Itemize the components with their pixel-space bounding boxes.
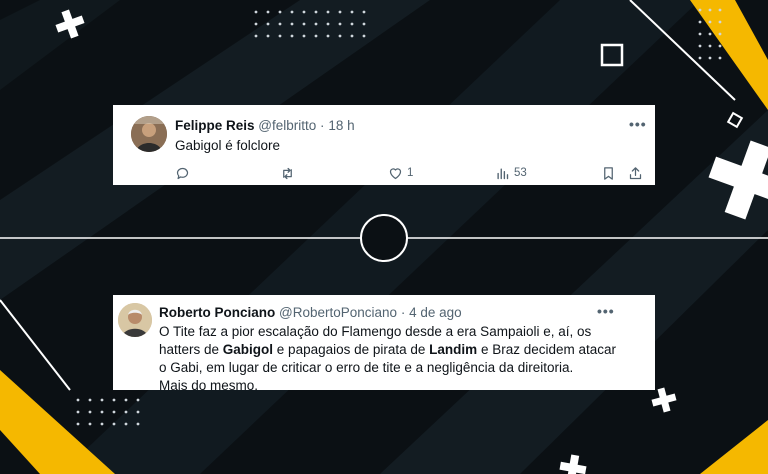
tweet-header: Felippe Reis @felbritto · 18 h [175,118,355,133]
tweet-text-line: o Gabi, em lugar de criticar o erro de t… [159,360,574,375]
share-button[interactable] [628,165,643,181]
tweet-text-line: O Tite faz a pior escalação do Flamengo … [159,324,592,339]
tweet-text: Gabigol é folclore [175,138,281,153]
heart-icon [389,167,402,179]
bookmark-button[interactable] [601,165,616,181]
tweet-card-1[interactable]: Felippe Reis @felbritto · 18 h ••• Gabig… [113,105,655,185]
author-name[interactable]: Felippe Reis [175,118,255,133]
views-icon [497,167,509,179]
tweet-text-line: hatters de Gabigol e papagaios de pirata… [159,341,629,359]
author-handle[interactable]: @RobertoPonciano [279,305,397,320]
reply-icon [176,167,189,179]
text-fragment: hatters de [159,342,223,357]
tweet-text: O Tite faz a pior escalação do Flamengo … [159,323,629,395]
retweet-button[interactable] [280,165,295,181]
views-button[interactable]: 53 [495,165,527,181]
bookmark-icon [604,166,613,180]
more-options-button[interactable]: ••• [629,116,647,132]
view-count: 53 [514,167,527,179]
author-handle[interactable]: @felbritto [258,118,316,133]
tweet-actions: 1 53 [113,163,655,185]
text-fragment: e Braz decidem atacar [477,342,617,357]
bold-mention: Landim [429,342,478,357]
bold-mention: Gabigol [222,342,274,357]
like-count: 1 [407,167,414,179]
like-button[interactable]: 1 [388,165,413,181]
background-decoration [0,0,768,474]
reply-button[interactable] [175,165,190,181]
more-options-button[interactable]: ••• [597,303,615,319]
tweet-card-2[interactable]: Roberto Ponciano @RobertoPonciano · 4 de… [113,295,655,393]
share-icon [629,166,642,179]
circle-outline-icon [360,214,408,262]
avatar[interactable] [131,116,167,152]
text-fragment: e papagaios de pirata de [273,342,430,357]
author-name[interactable]: Roberto Ponciano [159,305,275,320]
tweet-text-line: Mais do mesmo. [159,378,259,393]
timestamp[interactable]: 4 de ago [409,305,462,320]
separator: · [320,118,325,133]
avatar[interactable] [118,303,152,337]
separator: · [400,305,406,320]
retweet-icon [283,167,292,179]
tweet-header: Roberto Ponciano @RobertoPonciano · 4 de… [159,305,462,320]
timestamp[interactable]: 18 h [328,118,354,133]
